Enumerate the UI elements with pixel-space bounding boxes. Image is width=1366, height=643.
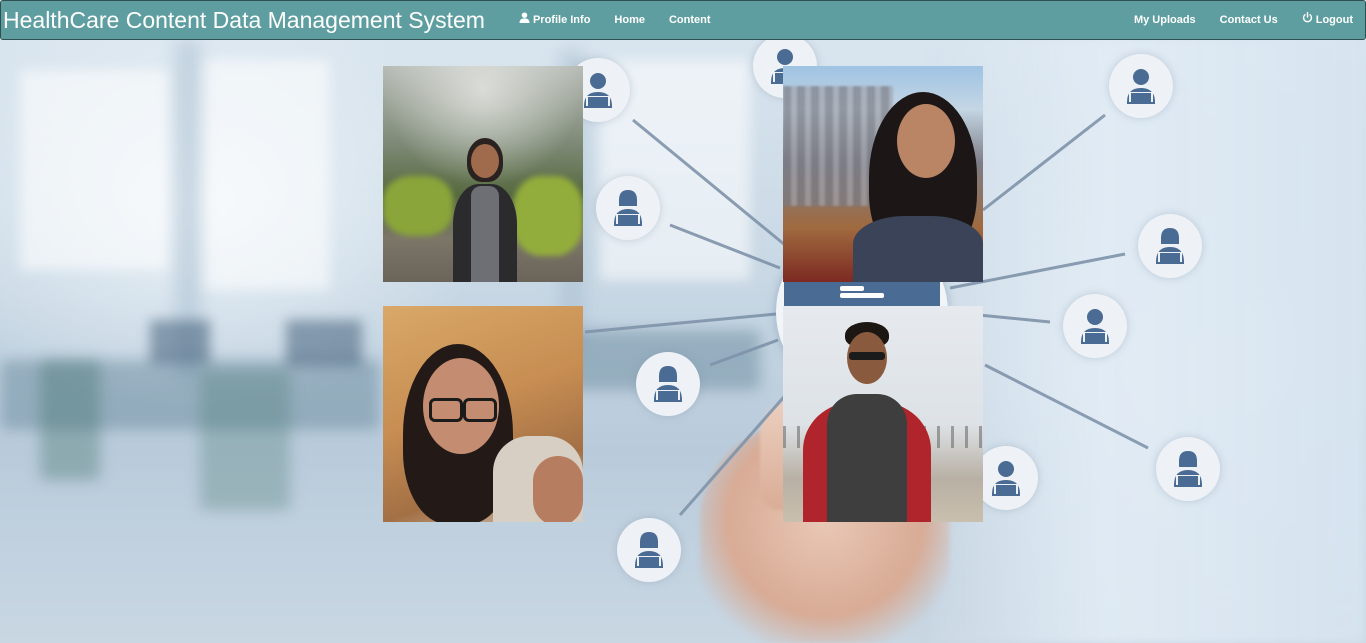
- brand-title[interactable]: HealthCare Content Data Management Syste…: [3, 0, 485, 40]
- nav-logout[interactable]: Logout: [1290, 0, 1365, 40]
- user-laptop-icon: [1127, 69, 1155, 104]
- user-node-icon: [596, 176, 660, 240]
- nav-my-uploads-label: My Uploads: [1133, 14, 1196, 26]
- team-photo-4: [783, 306, 983, 522]
- top-navbar: HealthCare Content Data Management Syste…: [0, 0, 1366, 40]
- nav-my-uploads[interactable]: My Uploads: [1122, 0, 1208, 40]
- team-photo-1: [383, 66, 583, 282]
- team-photo-2: [783, 66, 983, 282]
- user-laptop-icon: [654, 366, 682, 402]
- user-laptop-icon: [614, 190, 642, 226]
- power-icon: [1302, 0, 1313, 40]
- nav-profile-info[interactable]: Profile Info: [507, 0, 602, 40]
- team-photo-3: [383, 306, 583, 522]
- user-laptop-icon: [635, 532, 663, 568]
- user-node-icon: [1109, 54, 1173, 118]
- nav-logout-label: Logout: [1315, 14, 1353, 26]
- nav-contact-us[interactable]: Contact Us: [1208, 0, 1290, 40]
- user-laptop-icon: [1156, 228, 1184, 264]
- user-icon: [519, 0, 530, 40]
- user-laptop-icon: [1081, 309, 1109, 344]
- nav-home-label: Home: [614, 14, 645, 26]
- user-node-icon: [617, 518, 681, 582]
- nav-contact-us-label: Contact Us: [1219, 14, 1278, 26]
- user-node-icon: [1138, 214, 1202, 278]
- nav-right-group: My Uploads Contact Us Logout: [1122, 0, 1365, 40]
- user-node-icon: [1156, 437, 1220, 501]
- user-laptop-icon: [584, 73, 612, 108]
- nav-home[interactable]: Home: [602, 0, 657, 40]
- nav-content-label: Content: [668, 14, 711, 26]
- user-node-icon: [974, 446, 1038, 510]
- user-laptop-icon: [992, 461, 1020, 496]
- user-node-icon: [1063, 294, 1127, 358]
- nav-content[interactable]: Content: [657, 0, 723, 40]
- document-icon: [840, 284, 884, 306]
- nav-profile-info-label: Profile Info: [532, 14, 591, 26]
- user-node-icon: [636, 352, 700, 416]
- user-laptop-icon: [1174, 451, 1202, 487]
